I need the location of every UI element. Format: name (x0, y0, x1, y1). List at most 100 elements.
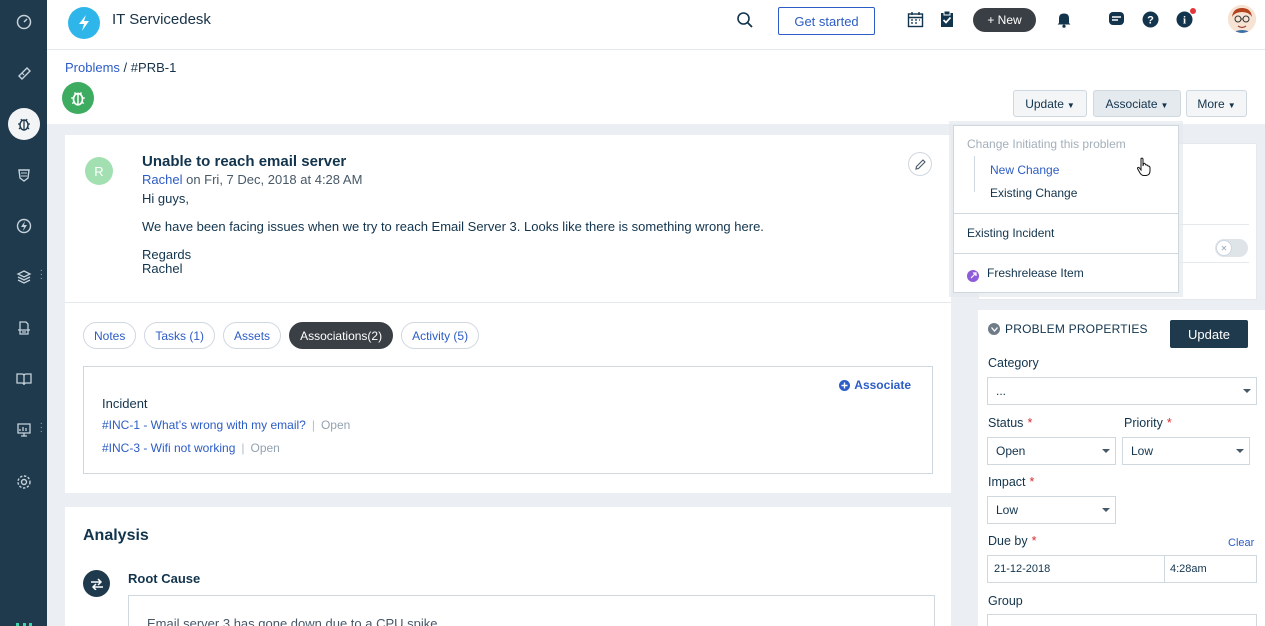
ticket-subject: Unable to reach email server (142, 153, 347, 170)
app-logo-icon[interactable] (68, 7, 100, 39)
chevron-down-icon (988, 323, 1000, 335)
caret-down-icon (1243, 389, 1251, 393)
reports-more-icon[interactable]: · · · (40, 419, 43, 437)
new-button[interactable]: + New (973, 8, 1036, 32)
associations-panel: Associate Incident #INC-1 - What’s wrong… (83, 366, 933, 474)
freshrelease-icon (967, 269, 979, 282)
breadcrumb-problems-link[interactable]: Problems (65, 60, 120, 75)
problem-properties-panel: PROBLEM PROPERTIES Update Category ... S… (978, 310, 1265, 626)
breadcrumb: Problems / #PRB-1 (65, 60, 177, 75)
due-date-input[interactable]: 21-12-2018 (988, 556, 1165, 582)
caret-down-icon: ▼ (1227, 100, 1236, 110)
due-time-input[interactable]: 4:28am (1165, 556, 1207, 582)
help-icon[interactable]: ? (1142, 11, 1159, 31)
update-dropdown-button[interactable]: Update ▼ (1013, 90, 1087, 117)
tab-tasks[interactable]: Tasks (1) (144, 322, 216, 349)
plus-icon: + (987, 13, 998, 27)
category-label: Category (988, 356, 1039, 370)
due-by-label: Due by * (988, 534, 1037, 548)
menu-heading: Change Initiating this problem (967, 137, 1126, 151)
menu-tree-line (974, 156, 984, 192)
group-select[interactable] (987, 614, 1257, 626)
properties-update-button[interactable]: Update (1170, 320, 1248, 348)
caret-down-icon (1236, 449, 1244, 453)
left-sidebar: · · · · · · (0, 0, 47, 626)
root-cause-text: Email server 3 has gone down due to a CP… (147, 616, 438, 626)
tab-associations[interactable]: Associations(2) (289, 322, 394, 349)
priority-select[interactable]: Low (1122, 437, 1250, 465)
menu-item-new-change[interactable]: New Change (990, 163, 1059, 177)
clipboard-check-icon[interactable] (939, 10, 955, 31)
incident-status: Open (250, 441, 280, 455)
solutions-nav[interactable] (0, 359, 47, 399)
menu-item-existing-change[interactable]: Existing Change (990, 186, 1077, 200)
analysis-title: Analysis (83, 527, 149, 544)
changes-icon (15, 166, 33, 184)
breadcrumb-current: #PRB-1 (130, 60, 177, 75)
ticket-date: on Fri, 7 Dec, 2018 at 4:28 AM (186, 172, 363, 187)
tickets-nav[interactable] (0, 53, 47, 93)
list-item: #INC-3 - Wifi not working | Open (102, 441, 280, 455)
caret-down-icon (1102, 508, 1110, 512)
body-signoff: Regards (142, 247, 192, 262)
ticket-meta: Rachel on Fri, 7 Dec, 2018 at 4:28 AM (142, 172, 362, 187)
caret-down-icon: ▼ (1066, 100, 1075, 110)
solutions-icon (15, 370, 33, 388)
root-cause-box[interactable]: Email server 3 has gone down due to a CP… (128, 595, 935, 626)
problems-icon (7, 108, 40, 140)
releases-icon (15, 217, 33, 235)
tab-assets[interactable]: Assets (223, 322, 282, 349)
problems-nav[interactable] (0, 104, 47, 144)
gear-icon (15, 473, 33, 491)
associate-dropdown-button[interactable]: Associate ▼ (1093, 90, 1181, 117)
body-greeting: Hi guys, (142, 191, 189, 206)
menu-item-freshrelease[interactable]: Freshrelease Item (967, 266, 1084, 282)
impact-select[interactable]: Low (987, 496, 1116, 524)
root-cause-icon (83, 570, 110, 597)
tab-notes[interactable]: Notes (83, 322, 137, 349)
app-title: IT Servicedesk (112, 11, 211, 28)
get-started-button[interactable]: Get started (778, 7, 875, 35)
reports-icon (15, 421, 33, 439)
more-dropdown-button[interactable]: More ▼ (1186, 90, 1247, 117)
properties-header[interactable]: PROBLEM PROPERTIES (988, 322, 1148, 336)
user-avatar[interactable] (1228, 5, 1256, 33)
divider (65, 302, 951, 303)
info-icon[interactable]: i (1176, 11, 1193, 31)
clear-due-link[interactable]: Clear (1228, 537, 1254, 549)
calendar-icon[interactable] (907, 11, 924, 31)
plus-circle-icon (839, 379, 851, 391)
dashboard-nav[interactable] (0, 2, 47, 42)
list-item: #INC-1 - What’s wrong with my email? | Ope… (102, 418, 351, 432)
changes-nav[interactable] (0, 155, 47, 195)
edit-pencil-icon[interactable] (908, 152, 932, 176)
chat-icon[interactable] (1108, 11, 1125, 31)
associate-link[interactable]: Associate (839, 378, 911, 392)
reports-nav[interactable]: · · · (0, 410, 47, 450)
assets-more-icon[interactable]: · · · (40, 266, 43, 284)
admin-nav[interactable] (0, 462, 47, 502)
requester-avatar: R (85, 157, 113, 185)
contracts-icon (15, 319, 33, 337)
menu-item-existing-incident[interactable]: Existing Incident (967, 226, 1054, 240)
assets-icon (15, 268, 33, 286)
assets-nav[interactable]: · · · (0, 257, 47, 297)
detail-tabs: Notes Tasks (1) Assets Associations(2) A… (83, 322, 480, 349)
requester-link[interactable]: Rachel (142, 172, 182, 187)
toggle-switch[interactable]: ✕ (1215, 239, 1248, 257)
svg-text:?: ? (1147, 15, 1154, 27)
incident-section-title: Incident (102, 396, 148, 411)
incident-link[interactable]: #INC-3 - Wifi not working (102, 441, 235, 455)
status-select[interactable]: Open (987, 437, 1116, 465)
close-icon: ✕ (1216, 240, 1232, 256)
bell-icon[interactable] (1056, 11, 1072, 31)
incident-link[interactable]: #INC-1 - What’s wrong with my email? (102, 418, 306, 432)
contracts-nav[interactable] (0, 308, 47, 348)
root-cause-title: Root Cause (128, 571, 201, 586)
category-select[interactable]: ... (987, 377, 1257, 405)
tab-activity[interactable]: Activity (5) (401, 322, 480, 349)
releases-nav[interactable] (0, 206, 47, 246)
caret-down-icon: ▼ (1160, 100, 1169, 110)
top-header: IT Servicedesk Get started + New ? i (47, 0, 1265, 50)
search-icon[interactable] (736, 11, 754, 32)
